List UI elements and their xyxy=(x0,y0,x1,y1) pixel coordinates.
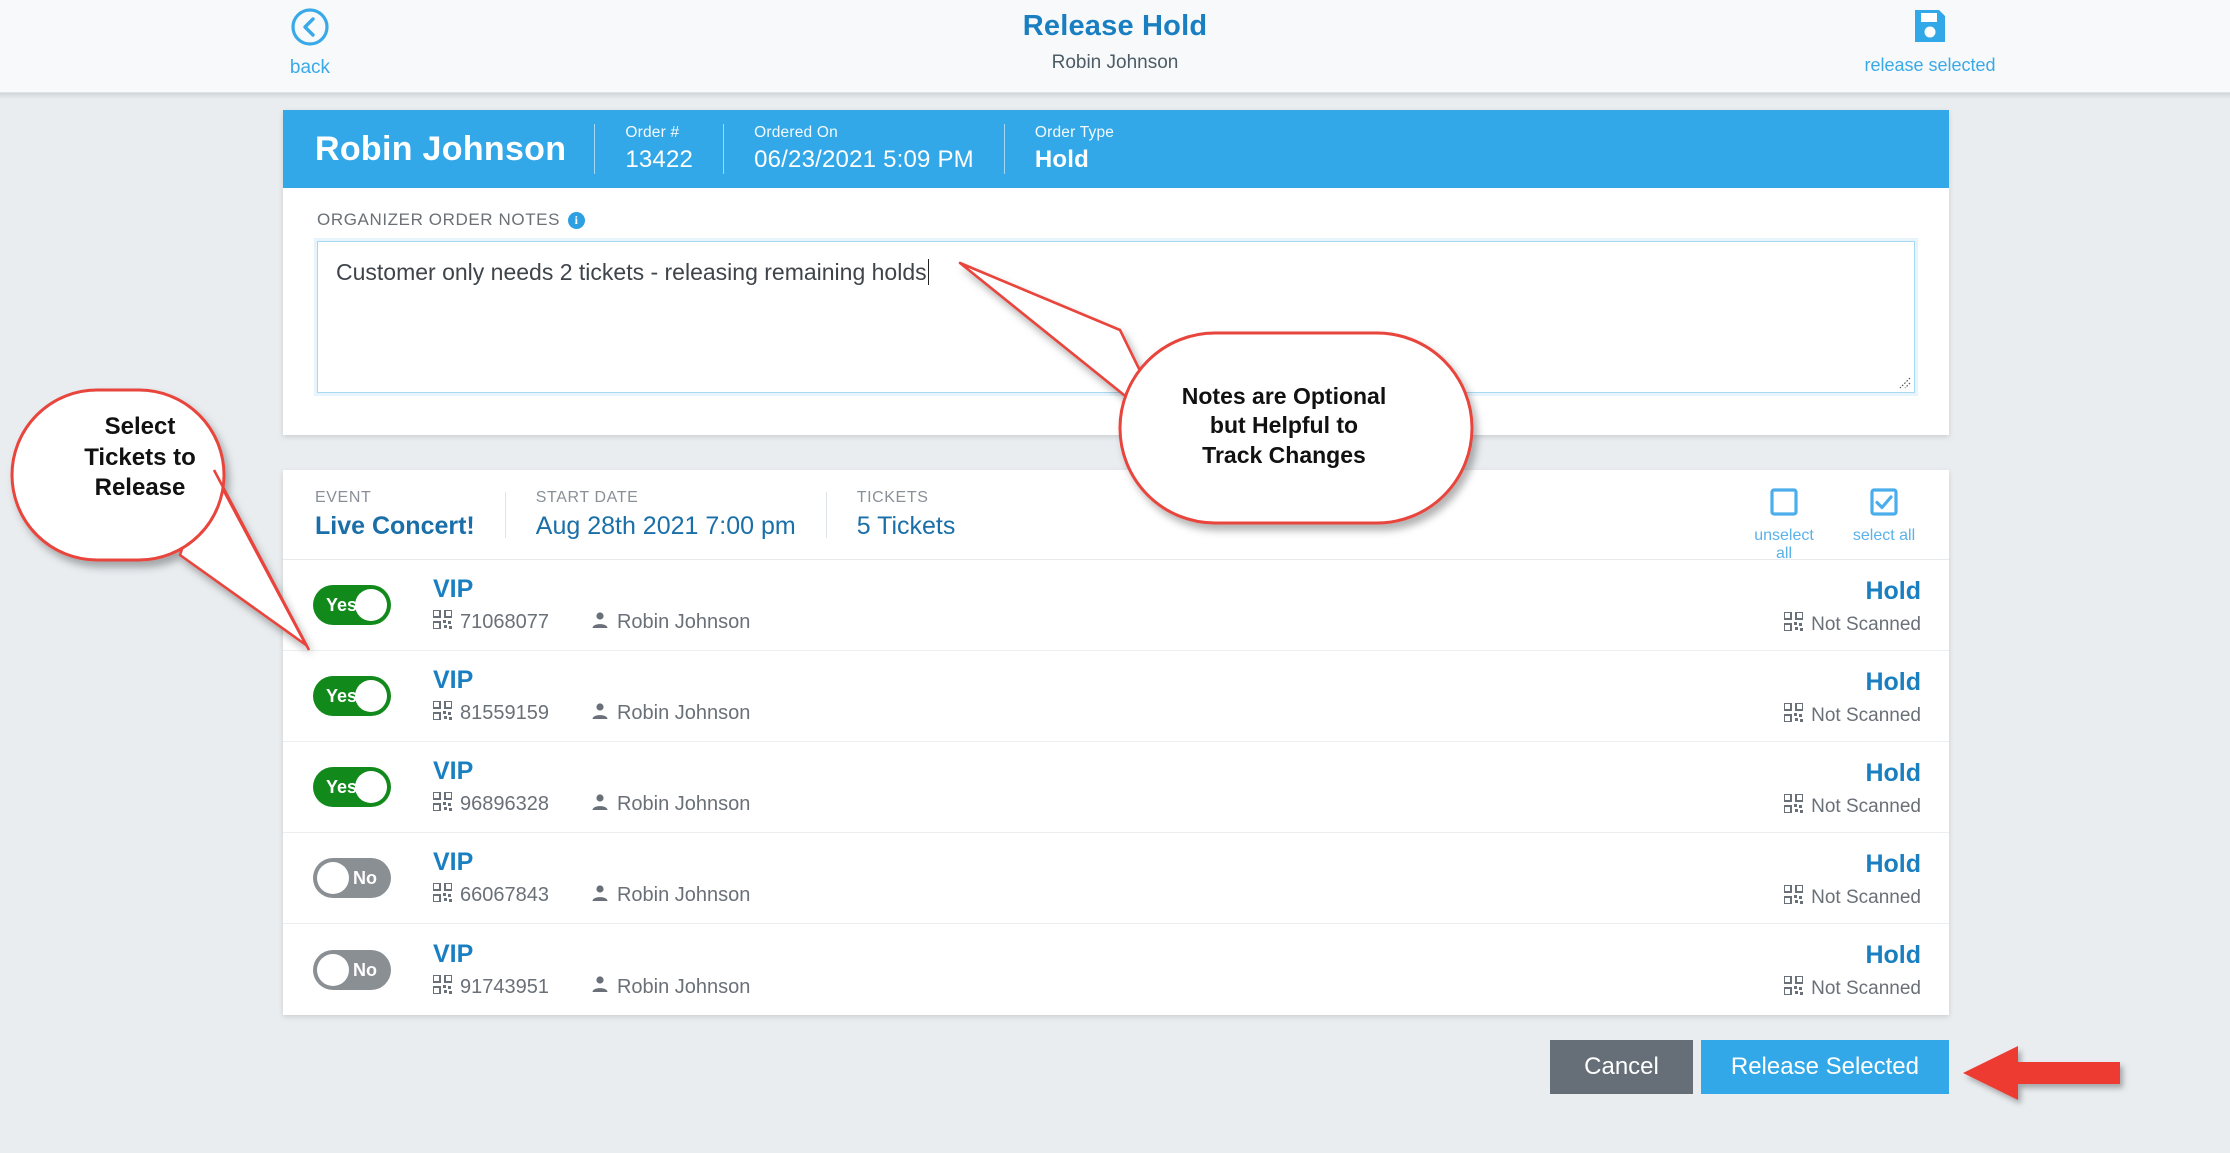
red-arrow-icon xyxy=(1963,1046,2120,1100)
callout-bubble xyxy=(10,388,226,562)
callout-bubble xyxy=(1118,331,1474,525)
callout-select-tickets xyxy=(10,388,308,647)
arrow-to-release-selected xyxy=(1963,1046,2120,1100)
callout-notes-optional xyxy=(958,261,1474,525)
app-root: back Release Hold Robin Johnson release … xyxy=(0,0,2230,1153)
annotation-overlay xyxy=(10,261,2120,1100)
